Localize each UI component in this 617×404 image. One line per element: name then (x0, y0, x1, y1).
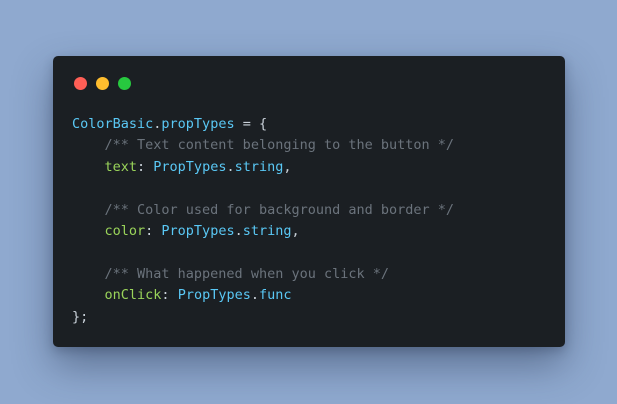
code-dot: . (226, 158, 235, 175)
code-line-10: }; (72, 307, 454, 328)
code-type-name: string (242, 222, 292, 239)
code-object-name: ColorBasic (72, 116, 154, 132)
code-comment: /** Text content belonging to the button… (104, 137, 455, 154)
code-colon: : (161, 287, 178, 304)
code-type-name: func (258, 287, 292, 304)
code-comma: , (291, 222, 300, 239)
code-line-6: color: PropTypes.string, (72, 221, 454, 242)
code-comment: /** What happened when you click */ (104, 265, 389, 282)
code-type-object: PropTypes (153, 158, 227, 175)
code-line-1: ColorBasic.propTypes = { (72, 114, 454, 135)
code-dot: . (234, 222, 243, 239)
code-prop-key: onClick (104, 287, 162, 304)
code-prop-key: color (104, 222, 146, 239)
maximize-dot-icon[interactable] (118, 77, 131, 90)
code-type-object: PropTypes (161, 222, 235, 239)
code-line-5: /** Color used for background and border… (72, 200, 455, 221)
code-type-object: PropTypes (177, 287, 251, 304)
code-line-8: /** What happened when you click */ (72, 264, 454, 285)
code-comment: /** Color used for background and border… (104, 201, 455, 218)
code-block: ColorBasic.propTypes = { /** Text conten… (72, 114, 454, 328)
code-assign: = { (234, 116, 268, 132)
code-colon: : (137, 158, 154, 175)
code-colon: : (145, 222, 162, 239)
code-comma: , (283, 158, 292, 175)
code-line-3: text: PropTypes.string, (72, 157, 454, 178)
code-type-name: string (234, 158, 284, 175)
code-prop-key: text (104, 158, 138, 175)
close-dot-icon[interactable] (74, 77, 87, 90)
code-window: ColorBasic.propTypes = { /** Text conten… (53, 56, 565, 347)
code-line-9: onClick: PropTypes.func (72, 285, 454, 306)
code-close-brace: }; (72, 308, 89, 325)
code-member-name: propTypes (161, 116, 235, 132)
code-line-2: /** Text content belonging to the button… (72, 135, 455, 156)
code-dot: . (250, 287, 259, 304)
minimize-dot-icon[interactable] (96, 77, 109, 90)
window-controls (74, 77, 131, 90)
